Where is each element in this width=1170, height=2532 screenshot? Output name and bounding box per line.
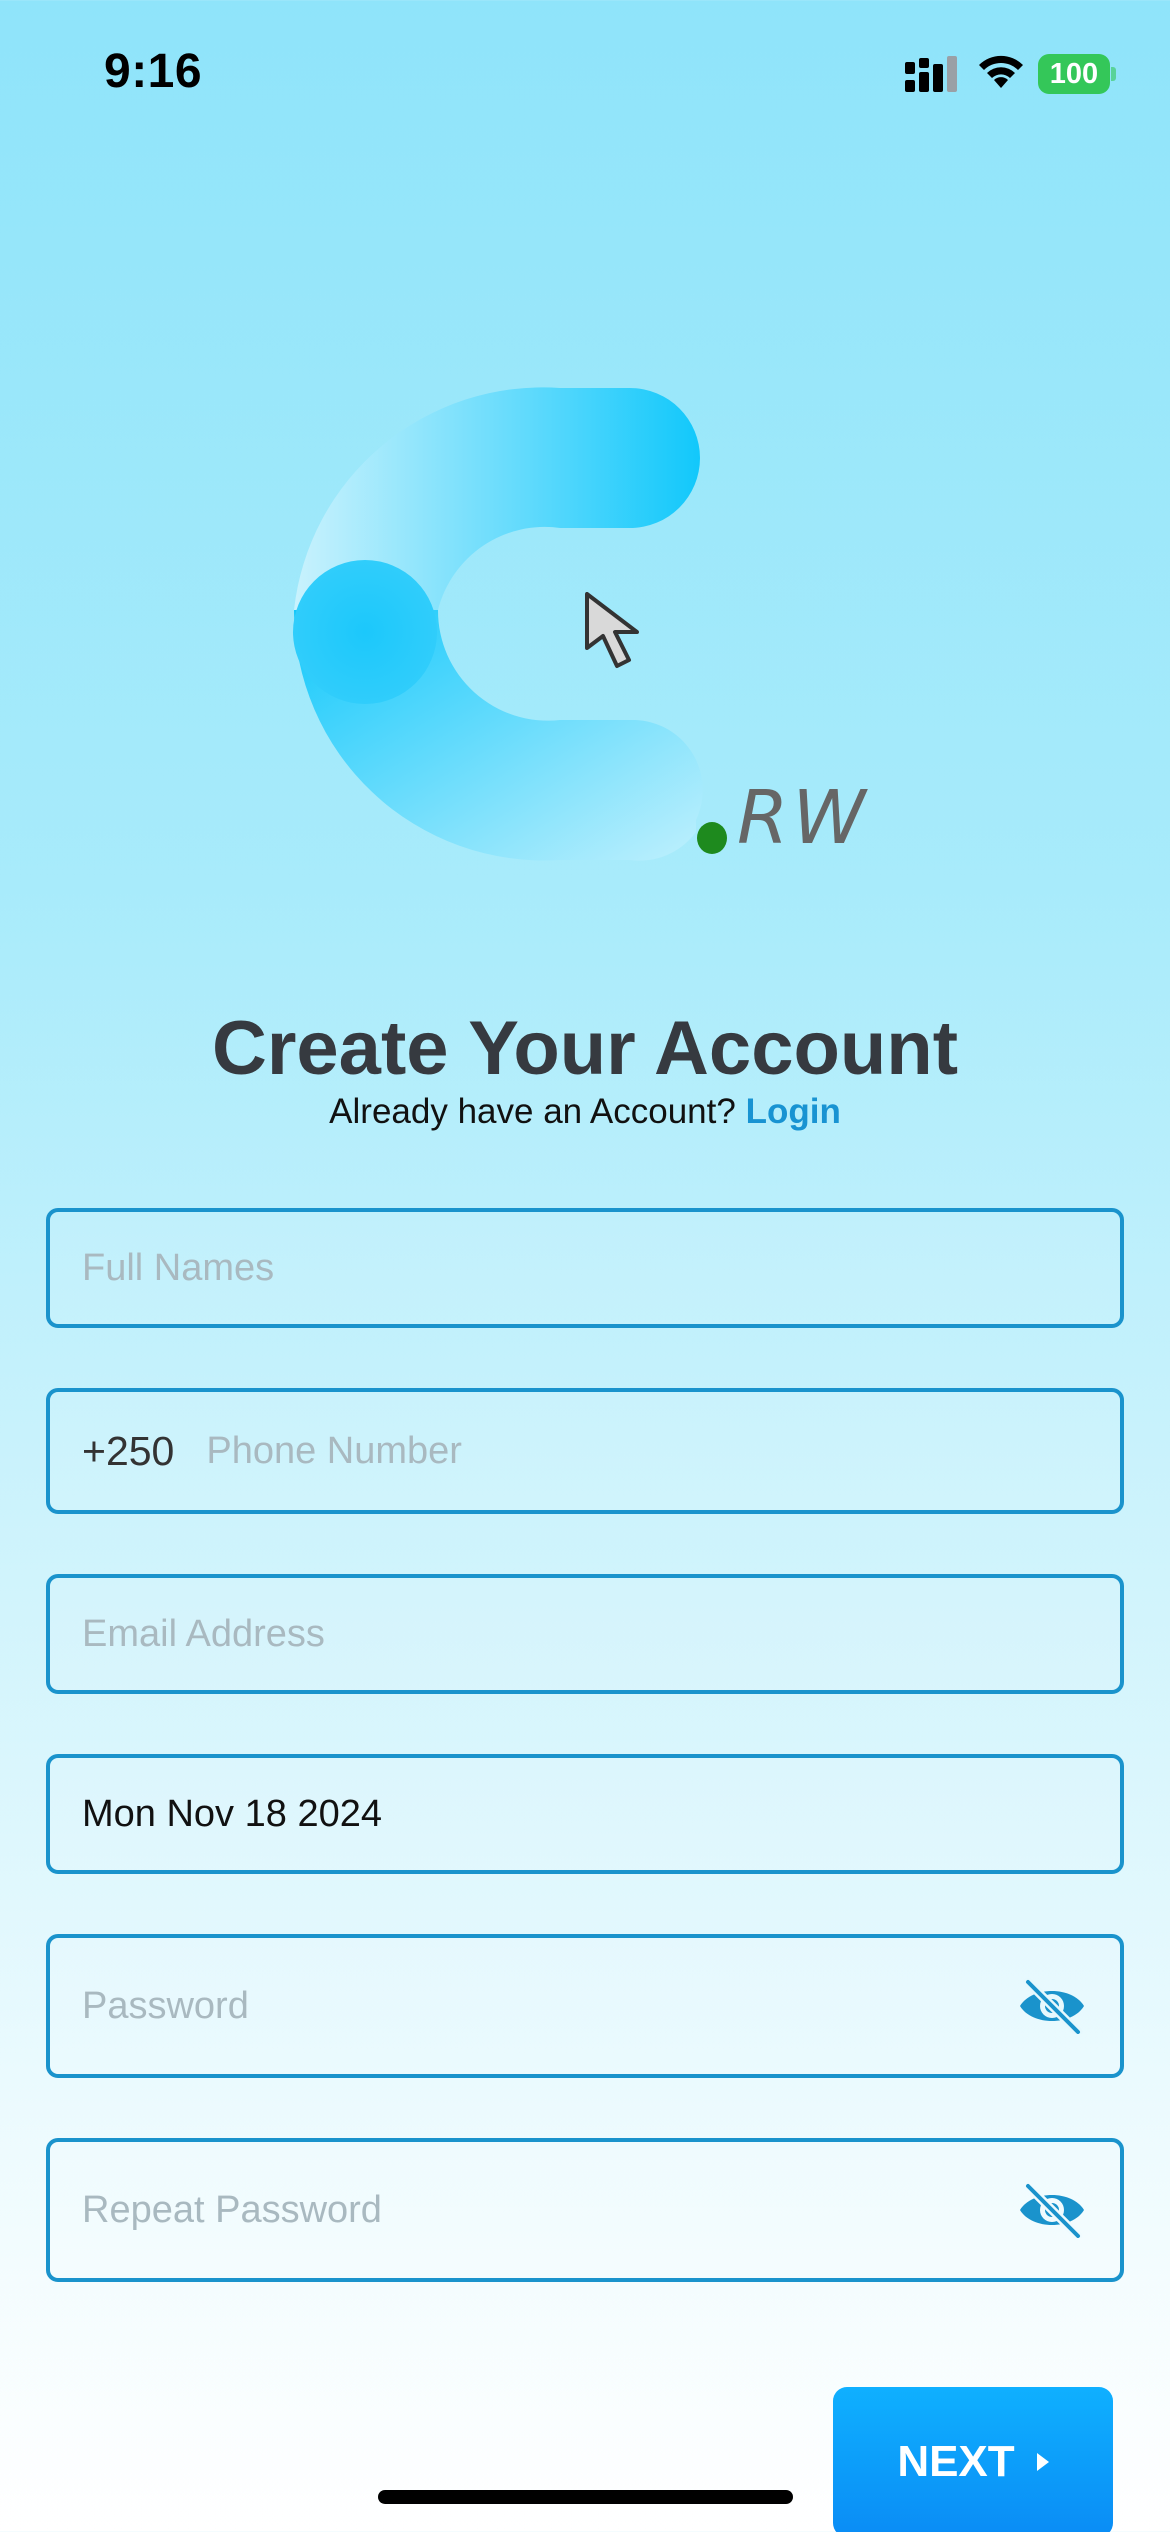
- date-value: Mon Nov 18 2024: [82, 1792, 382, 1835]
- home-indicator[interactable]: [378, 2490, 793, 2504]
- email-field[interactable]: Email Address: [46, 1574, 1124, 1694]
- login-prompt: Already have an Account? Login: [0, 1092, 1170, 1132]
- email-placeholder: Email Address: [82, 1612, 325, 1655]
- logo-dot: [697, 822, 727, 854]
- login-prompt-text: Already have an Account?: [329, 1092, 736, 1131]
- cellular-signal-icon: [905, 56, 957, 92]
- eye-off-icon[interactable]: [1016, 1978, 1088, 2034]
- date-of-birth-field[interactable]: Mon Nov 18 2024: [46, 1754, 1124, 1874]
- password-placeholder: Password: [82, 1984, 249, 2027]
- login-link[interactable]: Login: [746, 1092, 841, 1131]
- password-field[interactable]: Password: [46, 1934, 1124, 2078]
- repeat-password-field[interactable]: Repeat Password: [46, 2138, 1124, 2282]
- eye-off-icon[interactable]: [1016, 2182, 1088, 2238]
- battery-icon: 100: [1038, 54, 1116, 94]
- full-names-placeholder: Full Names: [82, 1246, 275, 1289]
- play-arrow-icon: [1036, 2453, 1049, 2471]
- next-button-label: NEXT: [897, 2437, 1015, 2486]
- logo-suffix: RW: [737, 775, 870, 861]
- phone-number-field[interactable]: +250 Phone Number: [46, 1388, 1124, 1514]
- battery-level: 100: [1038, 54, 1110, 94]
- next-button[interactable]: NEXT: [833, 2387, 1113, 2532]
- country-code-prefix: +250: [82, 1427, 175, 1474]
- status-bar: 9:16 100: [0, 0, 1170, 150]
- phone-number-placeholder: Phone Number: [206, 1429, 462, 1472]
- page-title: Create Your Account: [211, 1006, 959, 1091]
- status-time: 9:16: [104, 45, 203, 98]
- wifi-icon: [979, 55, 1023, 88]
- cursor-icon: [585, 592, 639, 668]
- repeat-password-placeholder: Repeat Password: [82, 2188, 382, 2231]
- full-names-field[interactable]: Full Names: [46, 1208, 1124, 1328]
